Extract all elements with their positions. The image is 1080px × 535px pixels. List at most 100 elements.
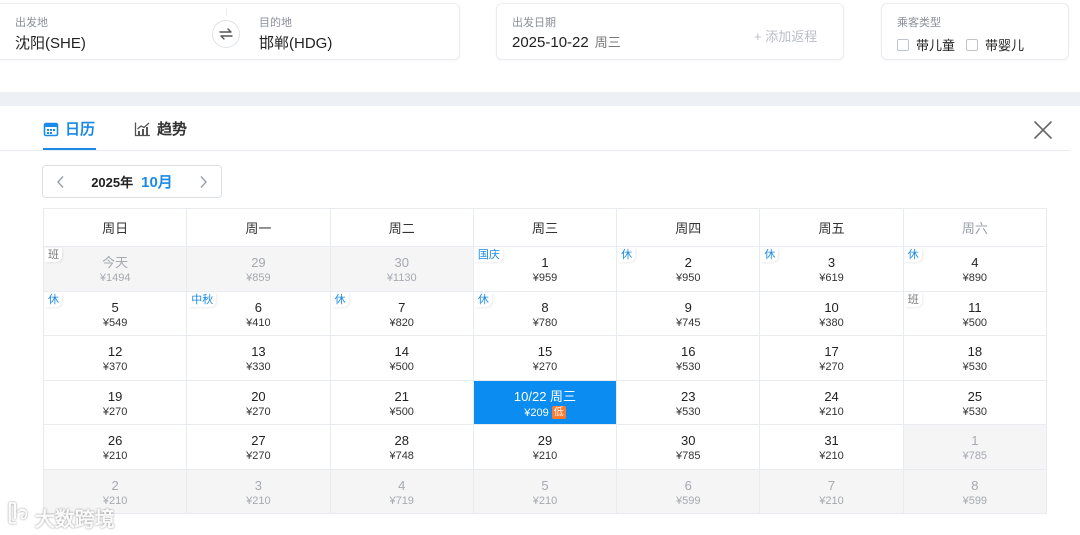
day-label: 13 — [251, 344, 266, 359]
price-calendar-panel: 日历 趋势 2025年 10月 周日 周一 周二 周三 周四 周五 周六 班 今… — [0, 106, 1070, 535]
day-price: ¥270 — [44, 406, 186, 419]
calendar-day-cell[interactable]: 5 ¥210 — [473, 469, 618, 514]
price-value: ¥599 — [676, 494, 701, 507]
day-price: ¥210 — [474, 450, 616, 463]
with-child-checkbox[interactable]: 带儿童 — [897, 35, 955, 54]
calendar-day-cell[interactable]: 班 11 ¥500 — [903, 291, 1047, 336]
calendar-day-cell-selected[interactable]: 10/22 周三 ¥209 低 — [473, 380, 618, 425]
calendar-day-cell[interactable]: 10 ¥380 — [760, 291, 904, 336]
price-value: ¥890 — [962, 272, 988, 284]
calendar-day-cell[interactable]: 3 ¥210 — [187, 469, 331, 514]
passenger-type-label: 乘客类型 — [897, 17, 941, 29]
calendar-day-cell[interactable]: 25 ¥530 — [903, 380, 1047, 425]
calendar-week-row: 26 ¥210 27 ¥270 28 ¥748 29 ¥210 30 ¥785 31 ¥210 1 ¥78… — [44, 425, 1047, 470]
calendar-day-cell[interactable]: 国庆 1 ¥959 — [473, 247, 618, 292]
calendar-day-cell[interactable]: 30 ¥1130 — [330, 247, 474, 292]
calendar-day-cell[interactable]: 16 ¥530 — [617, 336, 761, 381]
calendar-week-row: 班今天 ¥1494 29 ¥859 30 ¥1130 国庆 1 ¥959 休 2 ¥950 休 3 ¥619… — [44, 247, 1047, 292]
price-value: ¥210 — [819, 494, 844, 507]
price-value: ¥530 — [676, 405, 701, 418]
day-label: 3 — [254, 477, 263, 493]
with-infant-checkbox[interactable]: 带婴儿 — [966, 35, 1024, 54]
origin-field[interactable]: 沈阳(SHE) — [15, 32, 86, 53]
calendar-day-cell[interactable]: 15 ¥270 — [473, 336, 618, 381]
calendar-day-cell[interactable]: 21 ¥500 — [330, 380, 474, 425]
calendar-day-cell[interactable]: 29 ¥210 — [473, 425, 618, 470]
calendar-day-cell[interactable]: 7 ¥210 — [760, 469, 904, 514]
day-price: ¥549 — [44, 317, 186, 330]
calendar-day-cell[interactable]: 20 ¥270 — [187, 380, 331, 425]
price-value: ¥950 — [676, 272, 701, 284]
calendar-day-cell[interactable]: 8 ¥599 — [903, 469, 1047, 514]
price-value: ¥210 — [246, 494, 271, 507]
calendar-day-cell[interactable]: 休 2 ¥950 — [617, 247, 761, 292]
next-month-button[interactable] — [195, 174, 211, 190]
calendar-day-cell[interactable]: 27 ¥270 — [187, 425, 331, 470]
price-value: ¥380 — [819, 316, 844, 329]
calendar-day-cell[interactable]: 班今天 ¥1494 — [44, 247, 188, 292]
calendar-day-cell[interactable]: 1 ¥785 — [903, 425, 1047, 470]
destination-field[interactable]: 邯郸(HDG) — [259, 32, 332, 53]
calendar-day-cell[interactable]: 28 ¥748 — [330, 425, 474, 470]
day-price: ¥270 — [187, 450, 329, 463]
calendar-day-cell[interactable]: 30 ¥785 — [617, 425, 761, 470]
calendar-day-cell[interactable]: 18 ¥530 — [903, 336, 1047, 381]
day-label: 5 — [541, 477, 549, 493]
weekday-fri: 周五 — [760, 209, 904, 247]
day-price: ¥599 — [617, 495, 759, 508]
price-value: ¥599 — [962, 494, 988, 507]
day-label: 4 — [971, 255, 979, 270]
price-value: ¥210 — [532, 494, 558, 507]
day-price: ¥380 — [760, 317, 902, 330]
swap-icon — [219, 28, 233, 40]
calendar-day-cell[interactable]: 休 7 ¥820 — [330, 291, 474, 336]
close-button[interactable] — [1033, 120, 1053, 140]
calendar-day-cell[interactable]: 6 ¥599 — [617, 469, 761, 514]
calendar-day-cell[interactable]: 12 ¥370 — [44, 336, 188, 381]
swap-route-button[interactable] — [212, 20, 240, 48]
calendar-day-cell[interactable]: 23 ¥530 — [617, 380, 761, 425]
calendar-day-cell[interactable]: 31 ¥210 — [760, 425, 904, 470]
day-label: 30 — [681, 433, 696, 448]
day-label: 2 — [684, 255, 692, 270]
active-tab-underline — [43, 148, 96, 150]
calendar-day-cell[interactable]: 休 4 ¥890 — [903, 247, 1047, 292]
price-value: ¥530 — [962, 361, 988, 373]
add-return-button[interactable]: + 添加返程 — [754, 26, 817, 45]
current-month: 2025年 10月 — [91, 171, 173, 192]
day-label: 15 — [537, 344, 553, 359]
price-value: ¥330 — [246, 361, 271, 373]
calendar-day-cell[interactable]: 休 5 ¥549 — [44, 291, 188, 336]
prev-month-button[interactable] — [53, 174, 69, 190]
tab-calendar[interactable]: 日历 — [43, 118, 95, 139]
calendar-day-cell[interactable]: 中秋 6 ¥410 — [187, 291, 331, 336]
day-label: 24 — [824, 388, 839, 404]
day-price: ¥210 — [760, 450, 902, 463]
holiday-tag: 班 — [45, 248, 62, 262]
holiday-tag: 国庆 — [474, 248, 503, 262]
day-price: ¥270 — [474, 361, 616, 374]
day-price: ¥210 — [474, 495, 616, 508]
with-child-label: 带儿童 — [916, 38, 956, 53]
price-value: ¥820 — [389, 316, 414, 329]
day-label: 14 — [394, 344, 409, 359]
calendar-day-cell[interactable]: 9 ¥745 — [617, 291, 761, 336]
calendar-day-cell[interactable]: 19 ¥270 — [44, 380, 188, 425]
tab-trend[interactable]: 趋势 — [134, 118, 187, 139]
departure-date-field[interactable]: 2025-10-22 周三 — [512, 32, 621, 51]
day-price: ¥959 — [474, 272, 616, 285]
departure-weekday: 周三 — [594, 35, 621, 50]
calendar-day-cell[interactable]: 休 8 ¥780 — [473, 291, 618, 336]
calendar-day-cell[interactable]: 24 ¥210 — [760, 380, 904, 425]
calendar-day-cell[interactable]: 4 ¥719 — [330, 469, 474, 514]
calendar-day-cell[interactable]: 休 3 ¥619 — [760, 247, 904, 292]
calendar-day-cell[interactable]: 29 ¥859 — [187, 247, 331, 292]
calendar-day-cell[interactable]: 13 ¥330 — [187, 336, 331, 381]
calendar-day-cell[interactable]: 17 ¥270 — [760, 336, 904, 381]
calendar-day-cell[interactable]: 26 ¥210 — [44, 425, 188, 470]
date-card: 出发日期 2025-10-22 周三 + 添加返程 — [496, 3, 844, 60]
price-value: ¥410 — [246, 316, 271, 329]
day-label: 7 — [398, 299, 406, 315]
calendar-day-cell[interactable]: 14 ¥500 — [330, 336, 474, 381]
checkbox-box — [897, 38, 909, 51]
